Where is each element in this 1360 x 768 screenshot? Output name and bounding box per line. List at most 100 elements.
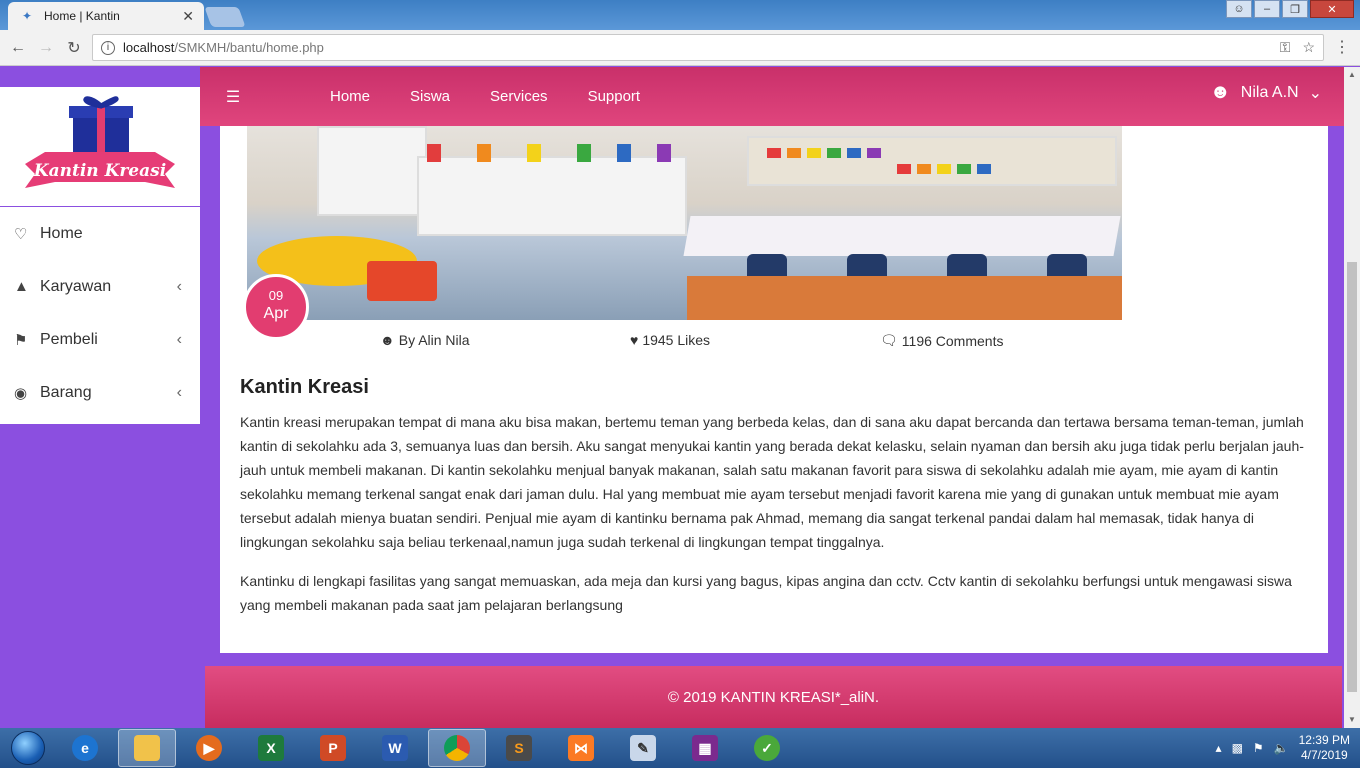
sidebar-item-label: Karyawan	[40, 277, 112, 295]
nav-link-home[interactable]: Home	[330, 88, 370, 105]
scroll-up-icon[interactable]: ▲	[1344, 67, 1360, 83]
date-badge: 09 Apr	[243, 274, 309, 340]
taskbar-ie[interactable]: e	[56, 729, 114, 767]
bin	[917, 164, 931, 174]
footer: © 2019 KANTIN KREASI*_aliN.	[205, 666, 1342, 728]
top-navbar: ☰ Home Siswa Services Support ☻ Nila A.N…	[200, 67, 1344, 126]
scroll-down-icon[interactable]: ▼	[1344, 712, 1360, 728]
reload-icon[interactable]: ↻	[60, 38, 88, 58]
xampp-icon: ⋈	[568, 735, 594, 761]
taskbar-excel[interactable]: X	[242, 729, 300, 767]
main-content: 09 Apr ☻ By Alin Nila ♥ 1945 Likes 🗨 119…	[220, 126, 1328, 653]
taskbar-media-player[interactable]: ▶	[180, 729, 238, 767]
nav-link-siswa[interactable]: Siswa	[410, 88, 450, 105]
date-day: 09	[268, 288, 284, 303]
user-icon: ☻	[380, 332, 395, 348]
page-viewport: Kantin Kreasi ♡ Home ▲ Karyawan ‹ ⚑ Pemb…	[0, 67, 1344, 728]
post-image	[247, 126, 1122, 320]
browser-titlebar: ✦ Home | Kantin ✕ ☺ – ❐ ✕	[0, 0, 1360, 30]
taskbar-word[interactable]: W	[366, 729, 424, 767]
flag	[527, 144, 541, 162]
word-icon: W	[382, 735, 408, 761]
comments-text: 1196 Comments	[901, 332, 1004, 349]
system-tray: ▴ ▩ ⚑ 🔈 12:39 PM 4/7/2019	[1216, 733, 1360, 763]
chevron-left-icon: ‹	[176, 277, 182, 295]
taskbar-xampp[interactable]: ⋈	[552, 729, 610, 767]
info-icon[interactable]: i	[101, 40, 115, 55]
address-bar[interactable]: i localhost/SMKMH/bantu/home.php ⚿ ☆	[92, 34, 1324, 61]
author-text: By Alin Nila	[398, 332, 470, 348]
user-avatar-icon: ☻	[1209, 81, 1231, 103]
post-paragraph: Kantin kreasi merupakan tempat di mana a…	[240, 414, 1304, 550]
post-paragraph: Kantinku di lengkapi fasilitas yang sang…	[240, 573, 1292, 613]
volume-icon[interactable]: 🔈	[1274, 741, 1289, 755]
chevron-left-icon: ‹	[176, 330, 182, 348]
gift-logo-icon: Kantin Kreasi	[25, 95, 175, 188]
folder-icon	[134, 735, 160, 761]
action-center-icon[interactable]: ⚑	[1253, 741, 1264, 755]
chevron-down-icon: ⌄	[1308, 84, 1322, 102]
media-player-icon: ▶	[196, 735, 222, 761]
page-scrollbar[interactable]: ▲ ▼	[1344, 67, 1360, 728]
browser-menu-icon[interactable]: ⋮	[1334, 37, 1350, 57]
new-tab-button[interactable]	[204, 7, 246, 27]
maximize-button[interactable]: ❐	[1282, 0, 1308, 18]
internet-explorer-icon: e	[72, 735, 98, 761]
heart-icon: ♥	[630, 332, 639, 348]
window-close-button[interactable]: ✕	[1310, 0, 1354, 18]
tray-expand-icon[interactable]: ▴	[1216, 741, 1222, 755]
taskbar-powerpoint[interactable]: P	[304, 729, 362, 767]
tab-title: Home | Kantin	[44, 9, 120, 23]
sidebar-item-pembeli[interactable]: ⚑ Pembeli ‹	[0, 313, 200, 366]
taskbar-explorer[interactable]	[118, 729, 176, 767]
windows-logo-icon	[11, 731, 45, 765]
powerpoint-icon: P	[320, 735, 346, 761]
nav-link-services[interactable]: Services	[490, 88, 548, 105]
tab-close-icon[interactable]: ✕	[182, 8, 194, 25]
favicon-icon: ✦	[22, 9, 33, 23]
hamburger-menu-icon[interactable]: ☰	[200, 87, 266, 107]
sidebar-item-home[interactable]: ♡ Home	[0, 207, 200, 260]
date-month: Apr	[263, 305, 289, 322]
taskbar-paint[interactable]: ✎	[614, 729, 672, 767]
sidebar-item-label: Barang	[40, 383, 92, 401]
tree-icon: ▲	[14, 278, 29, 295]
nav-link-support[interactable]: Support	[588, 88, 641, 105]
user-icon[interactable]: ☺	[1226, 0, 1252, 18]
back-icon[interactable]: ←	[4, 39, 32, 57]
bin	[977, 164, 991, 174]
sidebar-item-karyawan[interactable]: ▲ Karyawan ‹	[0, 260, 200, 313]
browser-tab[interactable]: ✦ Home | Kantin ✕	[8, 2, 204, 30]
excel-icon: X	[258, 735, 284, 761]
start-button[interactable]	[0, 728, 56, 768]
bin	[807, 148, 821, 158]
floor	[687, 276, 1122, 320]
chrome-icon	[444, 735, 470, 761]
forward-icon[interactable]: →	[32, 39, 60, 57]
taskbar-app[interactable]: ✓	[738, 729, 796, 767]
likes-text: 1945 Likes	[642, 332, 711, 348]
window-controls: ☺ – ❐ ✕	[1226, 0, 1354, 18]
bookmark-star-icon[interactable]: ☆	[1302, 39, 1315, 56]
sidebar-item-barang[interactable]: ◉ Barang ‹	[0, 366, 200, 419]
logo-text: Kantin Kreasi	[33, 161, 166, 181]
network-icon[interactable]: ▩	[1232, 741, 1243, 755]
key-icon[interactable]: ⚿	[1280, 39, 1291, 56]
checkmark-app-icon: ✓	[754, 735, 780, 761]
footer-text: © 2019 KANTIN KREASI*_aliN.	[667, 688, 880, 706]
post-comments[interactable]: 🗨 1196 Comments	[880, 332, 1003, 349]
user-menu[interactable]: ☻ Nila A.N ⌄	[1210, 81, 1322, 104]
taskbar-chrome[interactable]	[428, 729, 486, 767]
post-likes[interactable]: ♥ 1945 Likes	[630, 332, 710, 348]
flag	[617, 144, 631, 162]
clock[interactable]: 12:39 PM 4/7/2019	[1299, 733, 1350, 763]
post-author[interactable]: ☻ By Alin Nila	[380, 332, 470, 348]
shelf	[317, 126, 427, 216]
bin	[787, 148, 801, 158]
scroll-thumb[interactable]	[1347, 262, 1357, 692]
paint-icon: ✎	[630, 735, 656, 761]
sidebar-item-label: Home	[40, 224, 83, 242]
taskbar-sublime[interactable]: S	[490, 729, 548, 767]
minimize-button[interactable]: –	[1254, 0, 1280, 18]
taskbar-winrar[interactable]: ▦	[676, 729, 734, 767]
